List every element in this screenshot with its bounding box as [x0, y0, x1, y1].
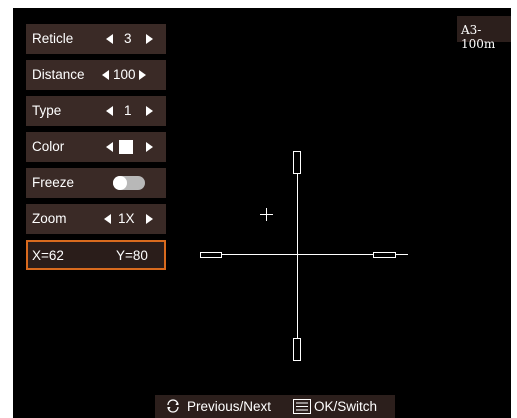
- prev-next-label: Previous/Next: [187, 399, 272, 414]
- arrow-left-icon[interactable]: [102, 70, 109, 80]
- ok-switch-label: OK/Switch: [314, 399, 378, 414]
- coord-y: Y=80: [116, 248, 148, 263]
- coord-x: X=62: [32, 248, 64, 263]
- range-profile-tag: A3-100m: [457, 16, 511, 51]
- menu-item-freeze[interactable]: Freeze: [26, 168, 166, 198]
- arrow-left-icon[interactable]: [106, 34, 113, 44]
- menu-value: 1: [124, 103, 132, 118]
- arrow-right-icon[interactable]: [146, 106, 153, 116]
- arrow-left-icon[interactable]: [106, 106, 113, 116]
- menu-label: Freeze: [32, 175, 75, 190]
- menu-item-zoom[interactable]: Zoom 1X: [26, 204, 166, 234]
- reticle-post-top: [293, 151, 301, 174]
- menu-item-color[interactable]: Color: [26, 132, 166, 162]
- reticle-vertical-line: [297, 151, 298, 359]
- menu-label: Color: [32, 139, 65, 154]
- menu-value: 1X: [118, 211, 135, 226]
- reticle-post-left: [200, 252, 222, 258]
- arrow-right-icon[interactable]: [146, 34, 153, 44]
- menu-item-distance[interactable]: Distance 100: [26, 60, 166, 90]
- menu-label: Zoom: [32, 211, 67, 226]
- arrow-right-icon[interactable]: [146, 142, 153, 152]
- rotate-icon: [165, 398, 181, 417]
- menu-value: 3: [124, 31, 132, 46]
- toggle-knob: [113, 176, 127, 190]
- reticle-post-right: [373, 252, 396, 258]
- menu-item-reticle[interactable]: Reticle 3: [26, 24, 166, 54]
- menu-item-coordinates[interactable]: X=62 Y=80: [26, 240, 166, 270]
- reticle-post-bottom: [293, 338, 301, 361]
- freeze-toggle[interactable]: [113, 176, 145, 190]
- thermal-viewfinder-screen: Reticle 3 Distance 100 Type 1 Color Free…: [13, 8, 511, 418]
- menu-label: Reticle: [32, 31, 74, 46]
- menu-label: Type: [32, 103, 62, 118]
- bottom-hint-bar: Previous/Next OK/Switch: [155, 395, 395, 418]
- menu-value: 100: [113, 67, 136, 82]
- menu-item-type[interactable]: Type 1: [26, 96, 166, 126]
- arrow-right-icon[interactable]: [146, 214, 153, 224]
- menu-icon: [293, 399, 311, 417]
- color-swatch: [119, 140, 133, 154]
- arrow-right-icon[interactable]: [139, 70, 146, 80]
- zero-cross-vertical: [266, 208, 267, 221]
- range-profile-label: A3-100m: [461, 23, 496, 51]
- arrow-left-icon[interactable]: [104, 214, 111, 224]
- menu-label: Distance: [32, 67, 85, 82]
- arrow-left-icon[interactable]: [106, 142, 113, 152]
